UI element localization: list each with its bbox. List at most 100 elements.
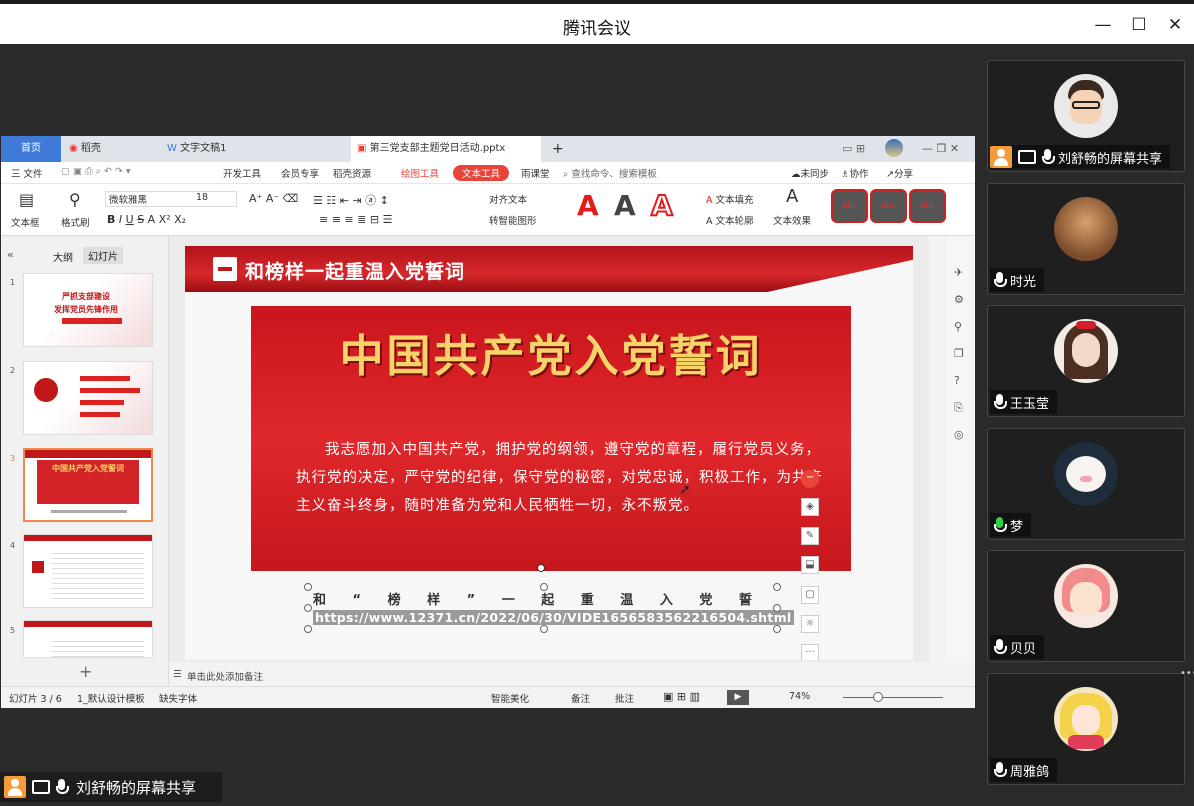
minimize-button[interactable]: — [1090,14,1116,36]
menu-daoke-resources[interactable]: 稻壳资源 [333,166,371,180]
menu-rain-classroom[interactable]: 雨课堂 [521,166,550,180]
selection-handle[interactable] [540,625,548,633]
add-slide-button[interactable]: + [79,662,92,681]
shape-style-3[interactable]: Abc [909,189,946,223]
selection-handle[interactable] [304,583,312,591]
selection-handle[interactable] [773,583,781,591]
pin-icon[interactable]: ⚲ [954,320,962,333]
tab-home[interactable]: 首页 [1,136,61,162]
slide-thumb-2[interactable] [23,361,153,435]
selection-handle[interactable] [304,604,312,612]
tab-daoke[interactable]: ◉ 稻壳 [63,136,158,162]
thumb-header [24,535,152,541]
collapse-icon[interactable]: « [7,248,14,261]
play-button[interactable]: ▶ [727,690,749,705]
selection-handle[interactable] [304,625,312,633]
text-style-dark[interactable]: A [614,189,636,222]
oath-text[interactable]: 我志愿加入中国共产党，拥护党的纲领，遵守党的章程，履行党员义务，执行党的决定，严… [296,436,826,520]
notes-bar[interactable]: ☰ 单击此处添加备注 [169,666,929,686]
text-style-red[interactable]: A [577,189,599,222]
export-icon[interactable]: ⎘ [954,401,963,415]
font-style-buttons[interactable]: B I U S A X² X₂ [107,213,186,226]
tab-pptx[interactable]: ▣ 第三党支部主题党日活动.pptx [351,136,541,162]
tab-document[interactable]: W 文字文稿1 [161,136,336,162]
close-button[interactable]: ✕ [1162,14,1188,36]
text-effect-button[interactable]: 文本效果 [773,213,811,227]
file-menu[interactable]: 三 文件 [11,166,43,180]
settings-icon[interactable]: ⚙ [954,293,964,306]
oath-title[interactable]: 中国共产党入党誓词 [251,320,851,384]
participant-tile[interactable]: 时光 [987,183,1185,295]
participant-tile[interactable]: 王玉莹 [987,305,1185,417]
search-command[interactable]: ⌕ 查找命令、搜索模板 [563,166,657,180]
menu-dev-tools[interactable]: 开发工具 [223,166,261,180]
slide-thumb-1[interactable]: 严抓支部建设 发挥党员先锋作用 [23,273,153,347]
border-icon[interactable]: ▢ [801,586,819,604]
participant-tile[interactable]: 刘舒畅的屏幕共享 [987,60,1185,172]
zoom-slider-thumb[interactable] [873,692,883,702]
font-size-buttons[interactable]: A⁺ A⁻ ⌫ [249,192,298,205]
share-button[interactable]: ↗分享 [886,166,913,180]
rocket-icon[interactable]: ✈ [954,266,963,279]
tab-bar: 首页 ◉ 稻壳 W 文字文稿1 ▣ 第三党支部主题党日活动.pptx + ▭ ⊞… [1,136,975,162]
participant-tile[interactable]: 周雅鸽 [987,673,1185,785]
zoom-level[interactable]: 74% [789,691,810,702]
thumb-caption [51,510,127,513]
slide-thumb-5[interactable] [23,620,153,658]
shape-style-1[interactable]: Abc [831,189,868,223]
sync-status[interactable]: ☁未同步 [791,166,829,180]
list-buttons[interactable]: ☰ ☷ ⇤ ⇥ ⓐ ↕ [313,192,389,208]
align-buttons[interactable]: ≡ ≡ ≡ ≣ ⊟ ☰ [319,213,392,226]
zoom-slider[interactable] [843,697,943,698]
missing-font[interactable]: 缺失字体 [159,691,197,705]
quick-access-icons[interactable]: ▢ ▣ ⎙ ⌕ ↶ ↷ ▾ [61,166,131,177]
slide-thumb-3[interactable]: 中国共产党入党誓词 [23,448,153,522]
format-painter-button[interactable]: 格式刷 [61,215,90,229]
text-style-outline[interactable]: A [650,188,674,223]
comment-button[interactable]: 批注 [615,691,634,705]
selection-handle[interactable] [540,583,548,591]
more-options-icon[interactable]: ••• [1180,668,1194,679]
new-tab-button[interactable]: + [546,136,566,162]
globe-icon[interactable]: ◎ [954,428,964,441]
fill-icon[interactable]: ⬓ [801,556,819,574]
bulb-icon[interactable]: ☼ [801,615,819,633]
slide-thumb-4[interactable] [23,534,153,608]
tab-slides[interactable]: 幻灯片 [83,247,123,264]
view-mode-icons[interactable]: ▣ ⊞ ▥ [663,690,700,703]
participant-tile[interactable]: 贝贝 [987,550,1185,662]
menu-member[interactable]: 会员专享 [281,166,319,180]
maximize-button[interactable]: ☐ [1126,14,1152,36]
text-fill-button[interactable]: A 文本填充 [706,192,754,206]
pen-icon[interactable]: ✎ [801,527,819,545]
word-icon: W [167,143,181,154]
help-icon[interactable]: ? [954,374,960,387]
participant-tile[interactable]: 梦 [987,428,1185,540]
textbox-button[interactable]: 文本框 [11,215,40,229]
menu-drawing-tools[interactable]: 绘图工具 [401,166,439,180]
layer-icon[interactable]: ◈ [801,498,819,516]
font-select[interactable]: 微软雅黑 18 [105,191,237,207]
selection-handle[interactable] [773,604,781,612]
smart-shape-button[interactable]: 转智能图形 [489,213,537,227]
slide-canvas: 和榜样一起重温入党誓词 中国共产党入党誓词 我志愿加入中国共产党，拥护党的纲领，… [169,236,929,662]
wps-window-controls[interactable]: — ❐ ✕ [916,136,971,162]
tab-outline[interactable]: 大纲 [53,249,73,264]
shape-style-2[interactable]: Abc [870,189,907,223]
beautify-button[interactable]: 智能美化 [491,691,529,705]
selection-handle[interactable] [773,625,781,633]
collapse-tools-icon[interactable]: − [801,470,819,488]
notes-button[interactable]: 备注 [571,691,590,705]
copy-icon[interactable]: ❐ [954,347,964,360]
align-text-button[interactable]: 对齐文本 [489,192,527,206]
video-link[interactable]: https://www.12371.cn/2022/06/30/VIDE1656… [313,610,794,625]
collab-button[interactable]: ♗协作 [841,166,869,180]
oath-panel[interactable]: 中国共产党入党誓词 我志愿加入中国共产党，拥护党的纲领，遵守党的章程，履行党员义… [251,306,851,571]
text-outline-button[interactable]: A 文本轮廓 [706,213,754,227]
slide-header-title[interactable]: 和榜样一起重温入党誓词 [245,257,465,284]
more-icon[interactable]: ··· [801,644,819,660]
template-name[interactable]: 1_默认设计模板 [77,691,145,705]
menu-text-tools[interactable]: 文本工具 [453,165,510,181]
avatar-icon[interactable] [885,139,903,157]
rotate-handle[interactable] [537,564,545,572]
